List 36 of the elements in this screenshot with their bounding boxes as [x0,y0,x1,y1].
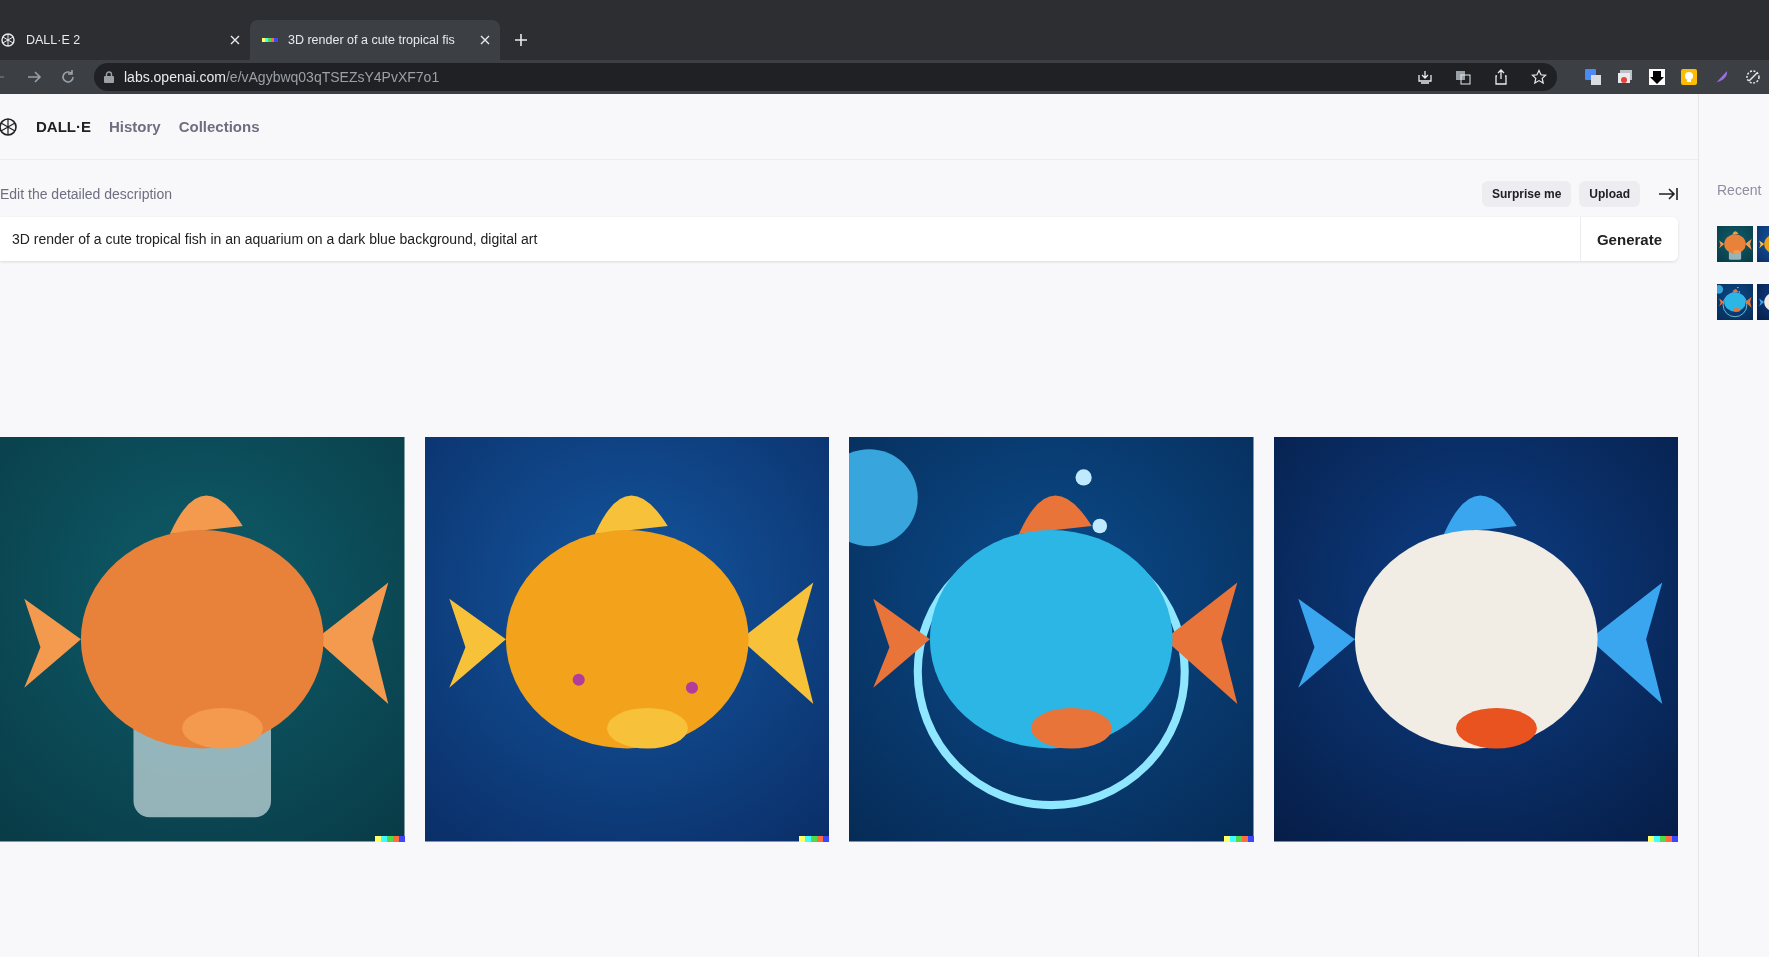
star-icon[interactable] [1531,69,1547,85]
brand-name[interactable]: DALL·E [36,118,91,135]
lock-icon [104,71,114,83]
extension-icon[interactable] [1745,69,1761,85]
sidebar-title: Recent [1717,182,1763,198]
nav-link[interactable]: Collections [178,118,260,135]
nav-link[interactable]: History [109,118,161,135]
new-tab-icon[interactable] [514,33,528,47]
url-text: labs.openai.com/e/vAgybwq03qTSEZsY4PvXF7o1 [124,69,440,85]
download-arrow-icon[interactable] [1649,69,1665,85]
reload-icon[interactable] [60,69,76,85]
color-strip-icon [1223,835,1254,842]
close-icon[interactable] [230,35,240,45]
generate-button[interactable]: Generate [1579,217,1678,261]
prompt-label: Edit the detailed description [0,186,173,202]
logo-icon[interactable] [0,116,18,137]
browser-tab[interactable]: 3D render of a cute tropical fis [250,20,500,60]
logo-icon [0,32,16,48]
color-strip-icon [262,38,278,42]
action-button[interactable]: Surprise me [1481,181,1572,207]
window-icon[interactable] [1617,69,1633,85]
translate-icon[interactable] [1455,69,1471,85]
color-strip-icon [1648,835,1678,842]
address-bar[interactable]: labs.openai.com/e/vAgybwq03qTSEZsY4PvXF7o1 [94,63,1557,91]
install-icon[interactable] [1417,69,1433,85]
collapse-icon[interactable] [1658,186,1678,202]
feather-icon[interactable] [1713,69,1729,85]
forward-icon[interactable] [26,69,42,85]
close-icon[interactable] [480,35,490,45]
action-button[interactable]: Upload [1579,181,1640,207]
share-icon[interactable] [1493,69,1509,85]
translate-icon[interactable] [1585,69,1601,85]
color-strip-icon [374,835,405,842]
color-strip-icon [799,835,829,842]
browser-tab[interactable]: DALL·E 2 [0,20,250,60]
prompt-field[interactable]: 3D render of a cute tropical fish in an aquarium on a dark blue background, digital art Generate [0,217,1678,261]
